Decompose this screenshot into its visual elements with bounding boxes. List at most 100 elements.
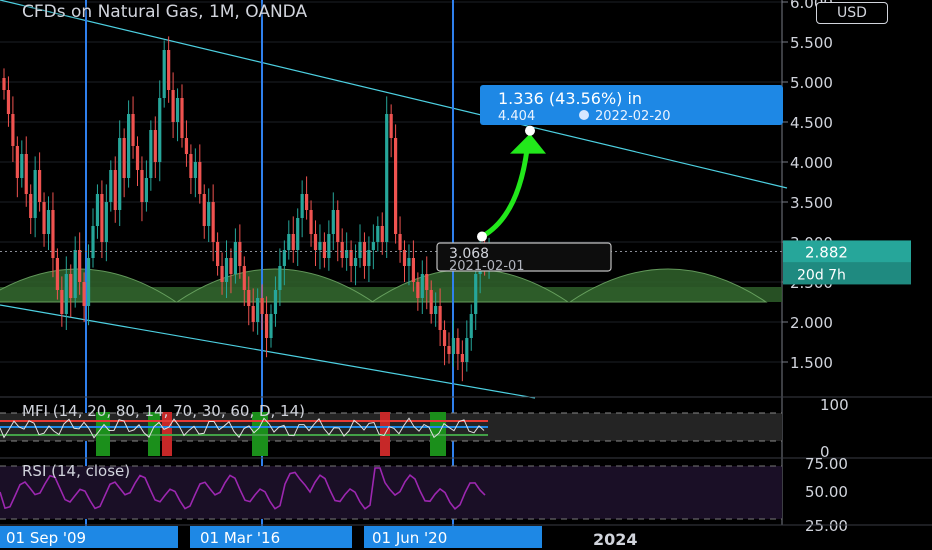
target-date-label: 2022-02-20	[595, 109, 671, 124]
candle-body	[264, 314, 269, 338]
candle-body	[29, 194, 33, 218]
candle-body	[434, 306, 438, 314]
candle-body	[167, 50, 171, 90]
x-tick-label: 2024	[593, 530, 638, 549]
candle-body	[33, 170, 37, 218]
candle-body	[193, 162, 197, 178]
candle-body	[202, 194, 206, 226]
candle-body	[46, 210, 51, 234]
candle-body	[122, 138, 126, 178]
candle-body	[247, 290, 251, 306]
candle-body	[224, 258, 229, 282]
candle-body	[135, 146, 140, 170]
candle-body	[86, 258, 91, 306]
candle-body	[153, 130, 157, 162]
candle-body	[55, 258, 59, 290]
candle-body	[278, 266, 282, 290]
candle-body	[184, 138, 189, 154]
candle-body	[389, 114, 393, 138]
candle-body	[144, 178, 148, 202]
projection-end-point	[525, 125, 535, 136]
candle-body	[273, 290, 278, 314]
countdown-label: 20d 7h	[797, 267, 846, 283]
candle-body	[380, 226, 384, 242]
rsi-indicator-label: RSI (14, close)	[22, 462, 130, 480]
candle-body	[469, 314, 473, 338]
candle-body	[256, 298, 260, 322]
y-tick-label: 5.500	[790, 34, 833, 52]
rsi-tick-label: 25.00	[805, 517, 848, 535]
candle-body	[362, 242, 367, 266]
candle-body	[51, 210, 55, 258]
candle-body	[38, 170, 42, 202]
projection-start-point	[477, 231, 487, 242]
price-chart[interactable]: 6.0005.5005.0004.5004.0003.5003.0002.500…	[0, 0, 932, 550]
y-tick-label: 4.500	[790, 114, 833, 132]
candle-body	[171, 90, 175, 122]
candle-body	[322, 242, 326, 258]
candle-body	[140, 170, 144, 202]
candle-body	[207, 202, 211, 226]
candle-body	[269, 314, 273, 338]
candle-body	[149, 130, 153, 178]
candle-body	[100, 194, 104, 242]
candle-body	[296, 218, 300, 250]
candle-body	[336, 210, 340, 242]
candle-body	[429, 290, 433, 314]
candle-body	[11, 114, 15, 146]
projection-arrowhead	[510, 133, 546, 154]
candle-body	[358, 242, 362, 258]
candle-body	[69, 274, 73, 298]
candle-body	[300, 194, 304, 218]
clock-icon	[579, 110, 589, 120]
candle-body	[131, 114, 135, 146]
candle-body	[442, 330, 447, 346]
candle-body	[242, 266, 246, 290]
rsi-tick-label: 75.00	[805, 455, 848, 473]
candle-body	[465, 338, 469, 362]
y-tick-label: 5.000	[790, 74, 833, 92]
candle-body	[394, 138, 398, 234]
candle-body	[220, 266, 224, 282]
x-tick-label: 01 Sep '09	[6, 529, 86, 547]
candle-body	[73, 250, 77, 298]
candle-body	[42, 202, 46, 234]
candle-body	[6, 90, 11, 114]
candle-body	[189, 154, 193, 178]
candle-body	[420, 274, 424, 298]
target-price-label: 4.404	[498, 109, 535, 124]
candle-body	[474, 274, 478, 314]
candle-body	[82, 282, 86, 306]
candle-body	[416, 282, 420, 298]
y-tick-label: 1.500	[790, 354, 833, 372]
candle-body	[104, 202, 108, 242]
projection-arrow	[479, 147, 530, 240]
candle-body	[353, 258, 358, 266]
candle-body	[175, 98, 180, 122]
candle-body	[162, 50, 166, 98]
rsi-tick-label: 50.00	[805, 483, 848, 501]
candle-body	[367, 250, 371, 266]
last-price-label: 2.882	[805, 243, 848, 261]
candle-body	[238, 242, 242, 266]
mfi-tick-label: 100	[820, 396, 849, 414]
candle-body	[425, 274, 429, 290]
candle-body	[251, 306, 255, 322]
candle-body	[216, 242, 220, 266]
candle-body	[24, 154, 28, 194]
candle-body	[211, 202, 215, 242]
candle-body	[327, 234, 331, 258]
candle-body	[291, 234, 295, 250]
candle-body	[91, 226, 95, 258]
candle-body	[233, 242, 237, 274]
candle-body	[331, 210, 335, 234]
candle-body	[60, 290, 64, 314]
candle-body	[118, 138, 122, 210]
candle-body	[438, 306, 442, 330]
candle-body	[407, 258, 411, 266]
currency-selector[interactable]: USD	[816, 2, 888, 24]
y-tick-label: 2.000	[790, 314, 833, 332]
candle-body	[398, 234, 402, 250]
candle-body	[402, 250, 407, 266]
point-date-label: 2021-02-01	[449, 259, 525, 274]
